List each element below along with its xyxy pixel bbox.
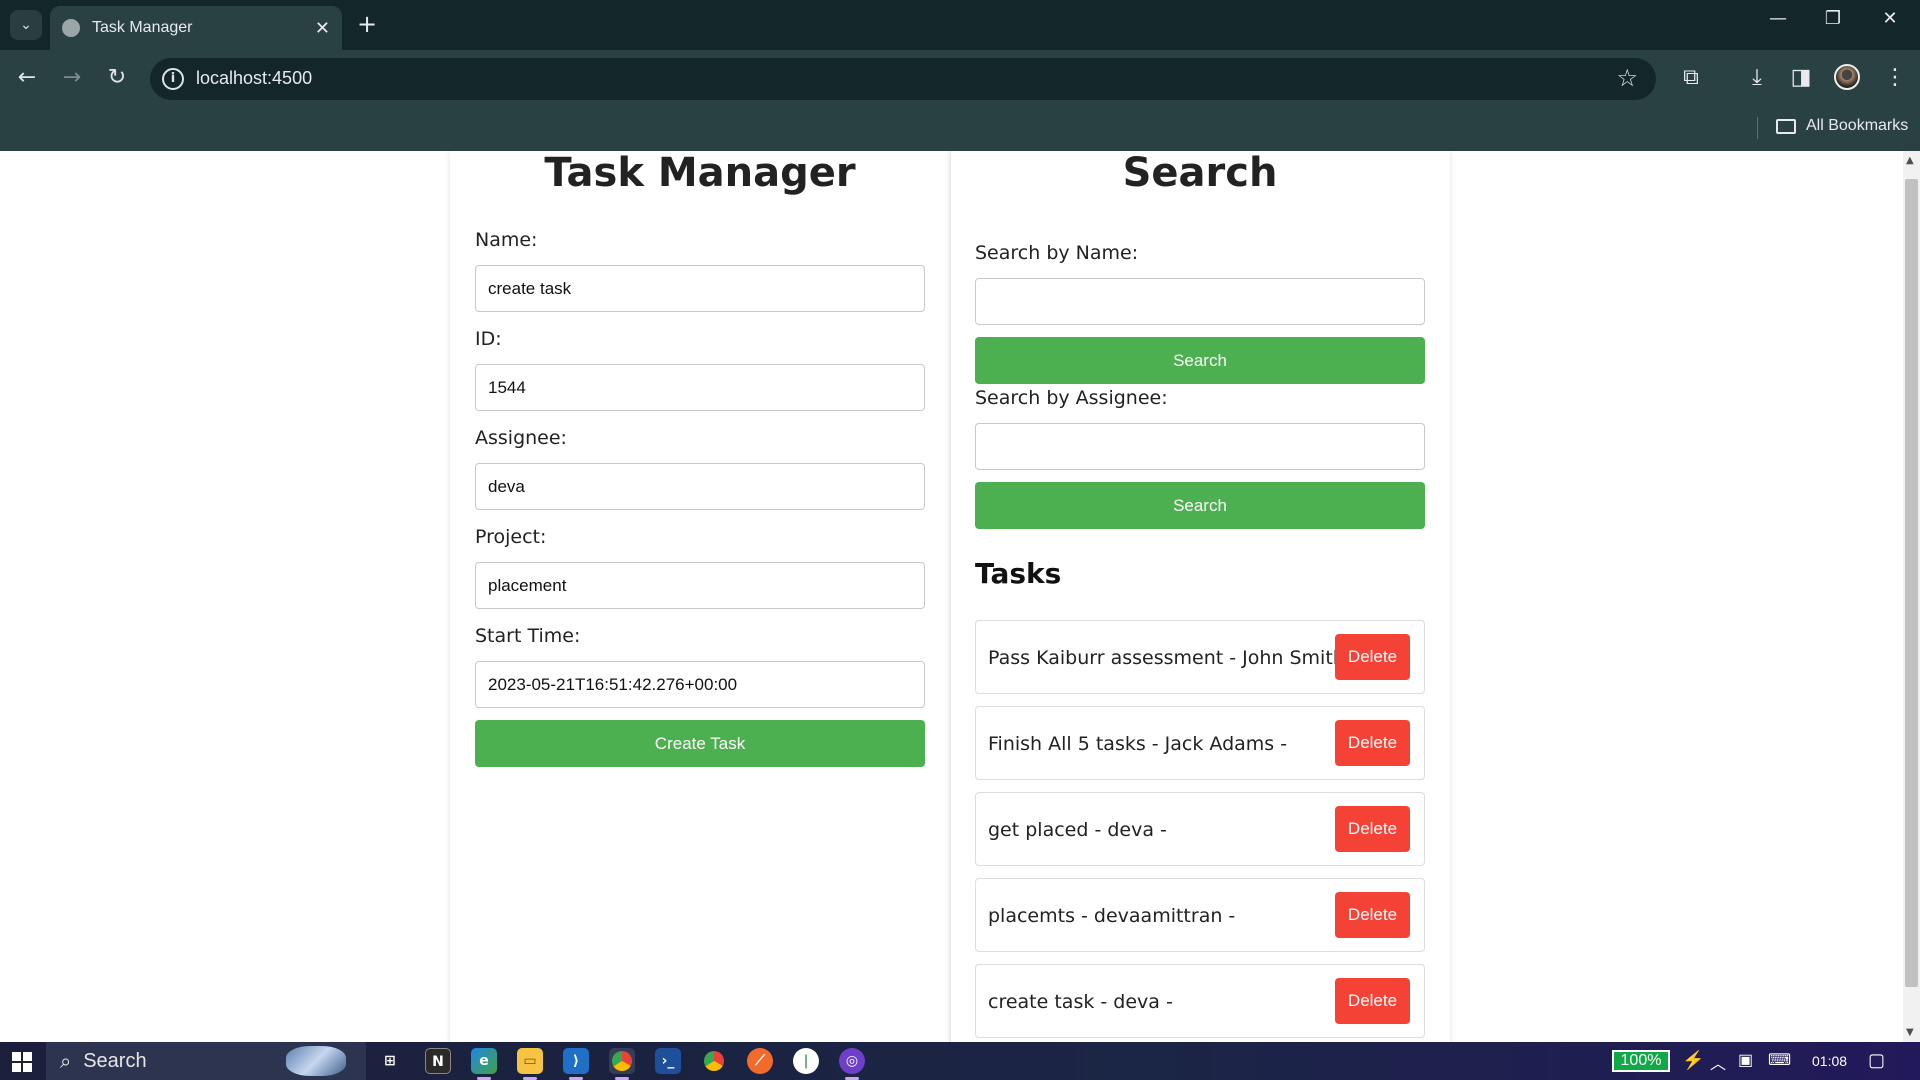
battery-indicator[interactable]: 100%	[1612, 1050, 1670, 1072]
search-icon: ⌕	[60, 1049, 72, 1073]
reload-icon[interactable]: ↻	[102, 64, 132, 94]
delete-task-button[interactable]: Delete	[1335, 720, 1410, 766]
taskbar-search[interactable]: ⌕ Search	[46, 1042, 366, 1080]
vscode-icon[interactable]: ⟩	[563, 1048, 589, 1080]
bookmark-star-icon[interactable]: ☆	[1616, 64, 1638, 92]
assignee-label: Assignee:	[475, 427, 567, 449]
window-close-icon[interactable]: ✕	[1870, 8, 1910, 29]
search-assignee-input[interactable]	[975, 423, 1425, 470]
display-icon[interactable]: ▣	[1738, 1050, 1753, 1070]
power-plug-icon: ⚡	[1682, 1050, 1705, 1070]
task-manager-heading: Task Manager	[544, 151, 856, 196]
url-text: localhost:4500	[196, 68, 313, 88]
address-bar[interactable]: i localhost:4500 ☆	[150, 58, 1656, 100]
scrollbar-thumb[interactable]	[1905, 179, 1918, 987]
task-item: Finish All 5 tasks - Jack Adams - Delete	[975, 706, 1425, 780]
search-panel: Search Search by Name: Search Search by …	[950, 151, 1450, 1042]
search-assignee-button[interactable]: Search	[975, 482, 1425, 529]
search-name-label: Search by Name:	[975, 242, 1139, 264]
delete-task-button[interactable]: Delete	[1335, 806, 1410, 852]
search-assignee-label: Search by Assignee:	[975, 387, 1168, 409]
project-label: Project:	[475, 526, 547, 548]
restore-icon[interactable]: ❐	[1813, 8, 1853, 29]
tab-search-chevron-icon[interactable]: ⌄	[10, 10, 42, 40]
search-heading: Search	[1122, 151, 1278, 196]
taskbar-search-text: Search	[83, 1049, 147, 1072]
menu-kebab-icon[interactable]: ⋮	[1880, 64, 1910, 94]
task-item: get placed - deva - Delete	[975, 792, 1425, 866]
edge-icon[interactable]: e	[471, 1048, 497, 1080]
assignee-input[interactable]	[475, 463, 925, 510]
powershell-icon[interactable]: ›_	[655, 1048, 681, 1074]
task-item: Pass Kaiburr assessment - John Smith - D…	[975, 620, 1425, 694]
profile-avatar[interactable]	[1834, 64, 1860, 90]
extensions-icon[interactable]: ⧉	[1676, 64, 1706, 94]
task-text: Pass Kaiburr assessment - John Smith -	[988, 647, 1358, 669]
task-form-panel: Task Manager Name: ID: Assignee: Project…	[450, 151, 950, 1042]
folder-icon	[1776, 118, 1796, 134]
delete-task-button[interactable]: Delete	[1335, 634, 1410, 680]
delete-task-button[interactable]: Delete	[1335, 892, 1410, 938]
file-explorer-icon[interactable]: ▭	[517, 1048, 543, 1080]
minimize-icon[interactable]: —	[1758, 8, 1798, 29]
task-text: Finish All 5 tasks - Jack Adams -	[988, 733, 1288, 755]
start-time-input[interactable]	[475, 661, 925, 708]
start-time-label: Start Time:	[475, 625, 581, 647]
bookmarks-bar: All Bookmarks	[0, 107, 1920, 151]
globe-icon	[62, 19, 80, 37]
task-text: placemts - devaamittran -	[988, 905, 1236, 927]
postman-icon[interactable]: ⟋	[747, 1048, 773, 1074]
task-item: create task - deva - Delete	[975, 964, 1425, 1038]
page-viewport: Task Manager Name: ID: Assignee: Project…	[0, 151, 1903, 1042]
tray-chevron-up-icon[interactable]: ︿	[1710, 1050, 1726, 1074]
browser-toolbar: ← → ↻ i localhost:4500 ☆ ⧉ ⤓ ◨ ⋮	[0, 50, 1920, 107]
delete-task-button[interactable]: Delete	[1335, 978, 1410, 1024]
download-icon[interactable]: ⤓	[1742, 64, 1772, 94]
chrome-active-icon[interactable]	[609, 1048, 635, 1080]
id-input[interactable]	[475, 364, 925, 411]
id-label: ID:	[475, 328, 502, 350]
new-tab-button[interactable]: +	[352, 10, 382, 40]
side-panel-icon[interactable]: ◨	[1786, 64, 1816, 94]
clock-time[interactable]: 01:08	[1812, 1053, 1847, 1069]
forward-icon[interactable]: →	[57, 64, 87, 94]
task-text: get placed - deva -	[988, 819, 1167, 841]
back-icon[interactable]: ←	[12, 64, 42, 94]
tasks-heading: Tasks	[975, 557, 1062, 590]
tab-strip: ⌄ Task Manager ✕ + — ❐ ✕	[0, 0, 1920, 50]
windows-start-icon[interactable]	[12, 1052, 32, 1072]
chrome-icon[interactable]	[701, 1048, 727, 1074]
site-info-icon[interactable]: i	[162, 68, 184, 90]
project-input[interactable]	[475, 562, 925, 609]
name-label: Name:	[475, 229, 538, 251]
tab-title: Task Manager	[92, 19, 193, 36]
page-scrollbar[interactable]: ▲ ▼	[1903, 151, 1920, 1042]
github-desktop-icon[interactable]: ◎	[839, 1048, 865, 1080]
search-name-input[interactable]	[975, 278, 1425, 325]
all-bookmarks-button[interactable]: All Bookmarks	[1776, 117, 1908, 135]
name-input[interactable]	[475, 265, 925, 312]
windows-taskbar: ⌕ Search ⊞ N e ▭ ⟩ ›_ ⟋ ❘ ◎ 100% ⚡ ︿ ▣ ⌨…	[0, 1042, 1920, 1080]
task-item: placemts - devaamittran - Delete	[975, 878, 1425, 952]
scroll-up-arrow-icon[interactable]: ▲	[1906, 155, 1914, 166]
scroll-down-arrow-icon[interactable]: ▼	[1906, 1027, 1914, 1038]
notifications-icon[interactable]: ▢	[1868, 1050, 1885, 1071]
search-highlight-graphic	[286, 1046, 346, 1076]
create-task-button[interactable]: Create Task	[475, 720, 925, 767]
notion-icon[interactable]: N	[425, 1048, 451, 1074]
search-name-button[interactable]: Search	[975, 337, 1425, 384]
keyboard-icon[interactable]: ⌨	[1768, 1050, 1791, 1070]
tab-task-manager[interactable]: Task Manager ✕	[50, 6, 342, 50]
task-text: create task - deva -	[988, 991, 1173, 1013]
tab-close-icon[interactable]: ✕	[315, 18, 330, 39]
task-view-icon[interactable]: ⊞	[377, 1048, 403, 1074]
mongodb-compass-icon[interactable]: ❘	[793, 1048, 819, 1074]
bookmarks-divider	[1757, 117, 1758, 139]
all-bookmarks-label: All Bookmarks	[1806, 117, 1909, 134]
